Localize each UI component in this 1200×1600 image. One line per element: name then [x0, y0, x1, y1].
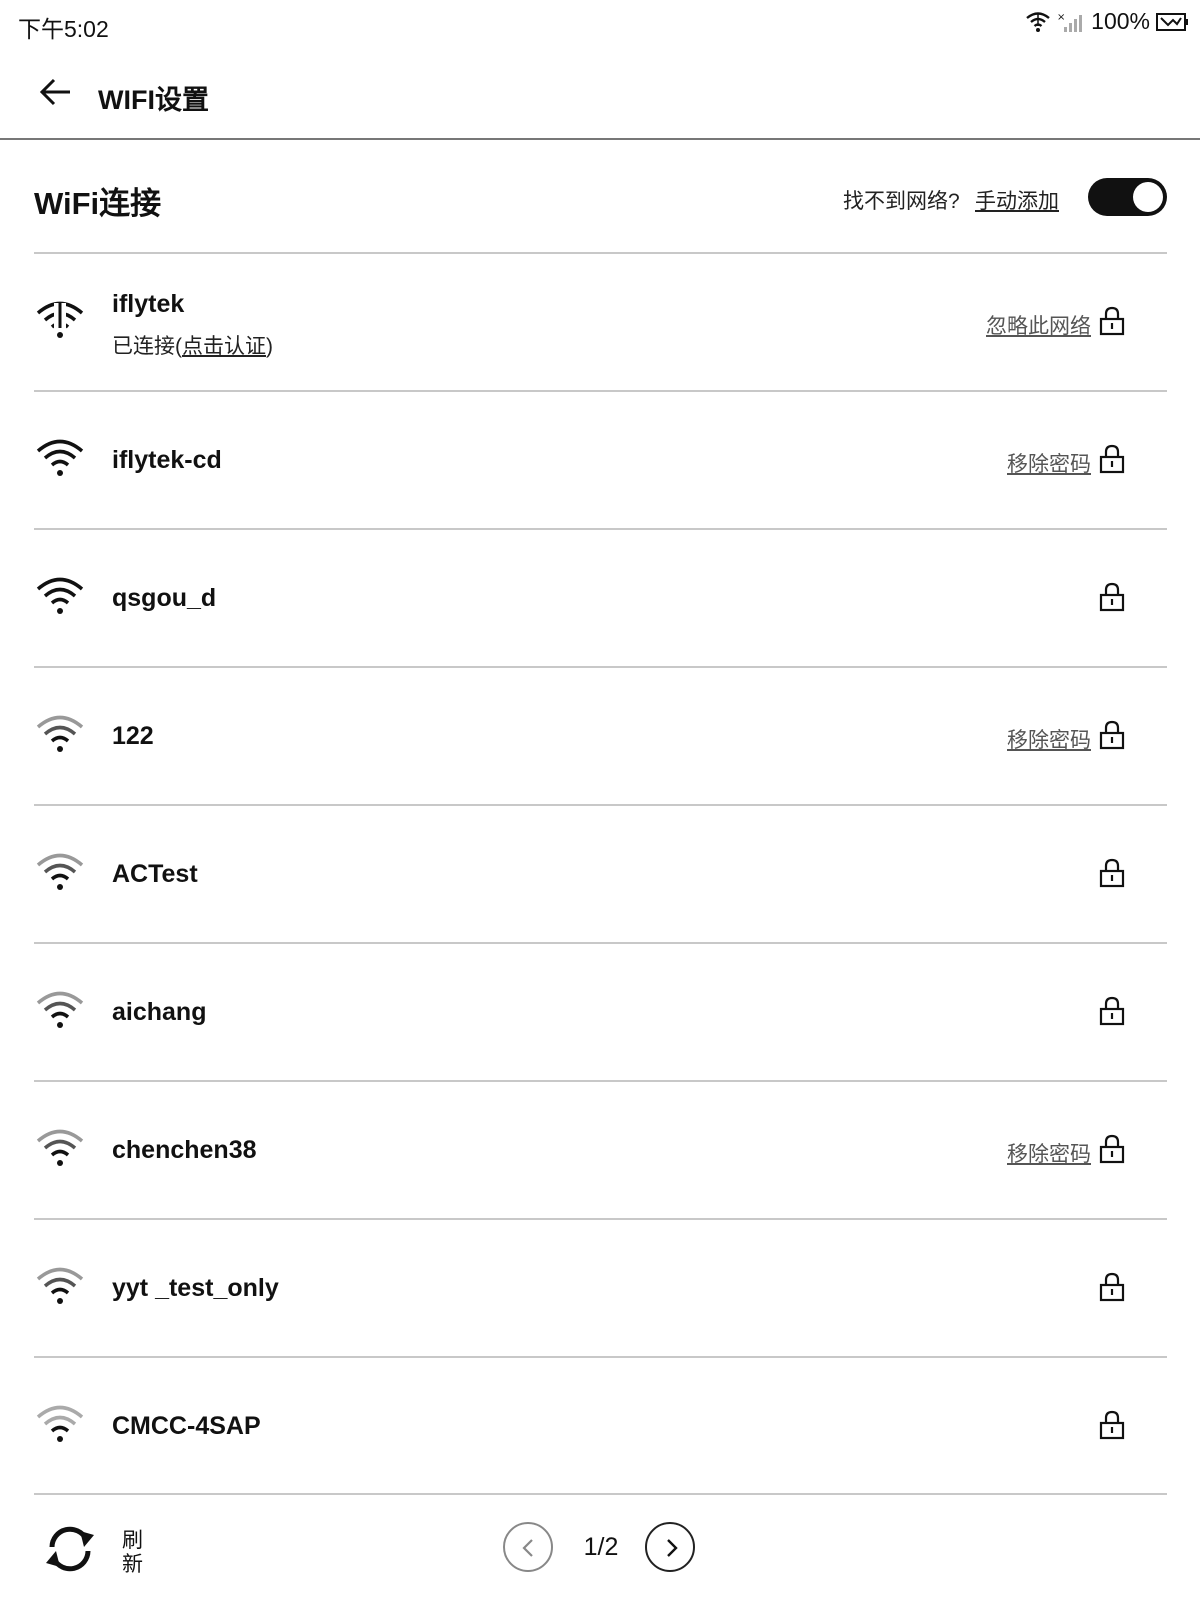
status-time: 下午5:02	[18, 16, 109, 42]
status-suffix: )	[266, 335, 273, 358]
network-status: 已连接(点击认证)	[112, 330, 273, 360]
next-page-button[interactable]	[645, 1522, 695, 1572]
wifi-signal-weak-icon	[36, 991, 84, 1028]
battery-percent: 100%	[1091, 8, 1150, 34]
network-item[interactable]: iflytek-cd 移除密码	[34, 392, 1167, 528]
status-icons: × 100%	[1025, 8, 1190, 35]
page-title: WIFI设置	[98, 85, 209, 115]
arrow-left-icon	[39, 78, 70, 106]
lock-icon	[1099, 1410, 1125, 1440]
wifi-signal-strong-icon	[36, 577, 84, 614]
wifi-signal-weak-icon	[36, 715, 84, 752]
lock-icon	[1099, 1272, 1125, 1302]
lock-icon	[1099, 1134, 1125, 1164]
battery-icon	[1156, 12, 1188, 31]
lock-icon	[1099, 720, 1125, 750]
network-name: iflytek	[112, 290, 185, 318]
lock-icon	[1099, 582, 1125, 612]
network-item[interactable]: 122 移除密码	[34, 668, 1167, 804]
authenticate-link[interactable]: 点击认证	[182, 335, 266, 358]
lock-icon	[1099, 444, 1125, 474]
toggle-knob	[1133, 182, 1163, 212]
wifi-signal-weak-icon	[36, 1267, 84, 1304]
lock-icon	[1099, 996, 1125, 1026]
network-name: yyt _test_only	[112, 1274, 279, 1302]
page-indicator: 1/2	[583, 1533, 619, 1561]
manual-add-link[interactable]: 手动添加	[975, 185, 1059, 215]
remove-password-link[interactable]: 移除密码	[1007, 1138, 1091, 1168]
network-name: 122	[112, 722, 154, 750]
refresh-icon	[46, 1526, 94, 1572]
wifi-status-icon	[1026, 11, 1050, 32]
svg-text:×: ×	[1057, 12, 1065, 23]
wifi-signal-auth-icon	[36, 301, 84, 338]
network-item[interactable]: qsgou_d	[34, 530, 1167, 666]
bottom-bar: 刷新 1/2	[0, 1495, 1200, 1600]
status-prefix: 已连接(	[112, 335, 182, 358]
prev-page-button[interactable]	[503, 1522, 553, 1572]
wifi-signal-weakest-icon	[36, 1405, 84, 1442]
network-name: chenchen38	[112, 1136, 257, 1164]
network-name: aichang	[112, 998, 207, 1026]
network-item[interactable]: yyt _test_only	[34, 1220, 1167, 1356]
no-signal-icon: ×	[1057, 12, 1083, 32]
wifi-signal-weak-icon	[36, 853, 84, 890]
cant-find-network-text: 找不到网络?	[843, 190, 960, 213]
wifi-signal-weak-icon	[36, 1129, 84, 1166]
network-item[interactable]: ACTest	[34, 806, 1167, 942]
section-title: WiFi连接	[34, 186, 162, 221]
remove-password-link[interactable]: 移除密码	[1007, 448, 1091, 478]
refresh-label: 刷新	[122, 1529, 143, 1576]
back-button[interactable]	[36, 72, 76, 112]
network-name: CMCC-4SAP	[112, 1412, 261, 1440]
network-name: qsgou_d	[112, 584, 217, 612]
chevron-left-icon	[522, 1539, 533, 1557]
lock-icon	[1099, 858, 1125, 888]
network-item[interactable]: aichang	[34, 944, 1167, 1080]
network-item[interactable]: iflytek 已连接(点击认证) 忽略此网络	[34, 254, 1167, 390]
status-bar: 下午5:02 × 100%	[0, 0, 1200, 48]
network-item[interactable]: CMCC-4SAP	[34, 1358, 1167, 1494]
forget-network-link[interactable]: 忽略此网络	[986, 310, 1091, 340]
network-name: iflytek-cd	[112, 446, 222, 474]
wifi-toggle[interactable]	[1088, 178, 1167, 216]
remove-password-link[interactable]: 移除密码	[1007, 724, 1091, 754]
lock-icon	[1099, 306, 1125, 336]
network-item[interactable]: chenchen38 移除密码	[34, 1082, 1167, 1218]
chevron-right-icon	[667, 1539, 678, 1557]
app-bar: WIFI设置	[0, 50, 1200, 140]
wifi-signal-strong-icon	[36, 439, 84, 476]
network-name: ACTest	[112, 860, 198, 888]
